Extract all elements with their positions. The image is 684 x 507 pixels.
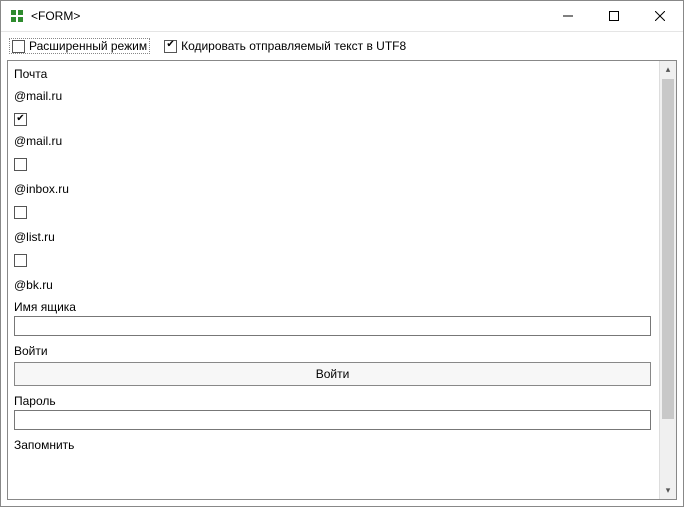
vertical-scrollbar[interactable]: ▴ ▾: [659, 61, 676, 499]
scroll-thumb[interactable]: [662, 79, 674, 419]
domain-checkbox-2[interactable]: [14, 206, 27, 219]
domain-label-3: @bk.ru: [14, 278, 651, 292]
domain-checkbox-1[interactable]: [14, 158, 27, 171]
utf8-label: Кодировать отправляемый текст в UTF8: [181, 39, 406, 53]
close-button[interactable]: [637, 1, 683, 31]
form-scroll-area: Почта @mail.ru @mail.ru @inbox.ru @list.…: [8, 61, 659, 499]
mail-default-label: @mail.ru: [14, 89, 651, 103]
domain-option-0: @mail.ru: [14, 111, 651, 148]
login-button-text: Войти: [316, 367, 350, 381]
app-window: <FORM> Расширенный режим Кодировать отпр…: [0, 0, 684, 507]
login-label: Войти: [14, 344, 651, 358]
titlebar: <FORM>: [1, 1, 683, 32]
domain-option-1: @inbox.ru: [14, 156, 651, 196]
minimize-button[interactable]: [545, 1, 591, 31]
domain-label-1: @inbox.ru: [14, 182, 651, 196]
domain-checkbox-3[interactable]: [14, 254, 27, 267]
domain-checkbox-0[interactable]: [14, 113, 27, 126]
extended-mode-label: Расширенный режим: [29, 39, 147, 53]
scroll-down-arrow[interactable]: ▾: [660, 482, 676, 499]
utf8-option[interactable]: Кодировать отправляемый текст в UTF8: [164, 39, 406, 53]
password-label: Пароль: [14, 394, 651, 408]
mailbox-input[interactable]: [14, 316, 651, 336]
options-toolbar: Расширенный режим Кодировать отправляемы…: [1, 32, 683, 58]
extended-mode-option[interactable]: Расширенный режим: [9, 38, 150, 54]
mailbox-label: Имя ящика: [14, 300, 651, 314]
utf8-checkbox[interactable]: [164, 40, 177, 53]
domain-label-0: @mail.ru: [14, 134, 651, 148]
app-icon: [9, 8, 25, 24]
window-title: <FORM>: [31, 9, 80, 23]
scroll-up-arrow[interactable]: ▴: [660, 61, 676, 78]
domain-option-2: @list.ru: [14, 204, 651, 244]
extended-mode-checkbox[interactable]: [12, 40, 25, 53]
maximize-button[interactable]: [591, 1, 637, 31]
password-input[interactable]: [14, 410, 651, 430]
domain-option-3: @bk.ru: [14, 252, 651, 292]
login-button[interactable]: Войти: [14, 362, 651, 386]
content-frame: Почта @mail.ru @mail.ru @inbox.ru @list.…: [7, 60, 677, 500]
domain-label-2: @list.ru: [14, 230, 651, 244]
mail-header-label: Почта: [14, 67, 651, 81]
remember-label: Запомнить: [14, 438, 651, 452]
